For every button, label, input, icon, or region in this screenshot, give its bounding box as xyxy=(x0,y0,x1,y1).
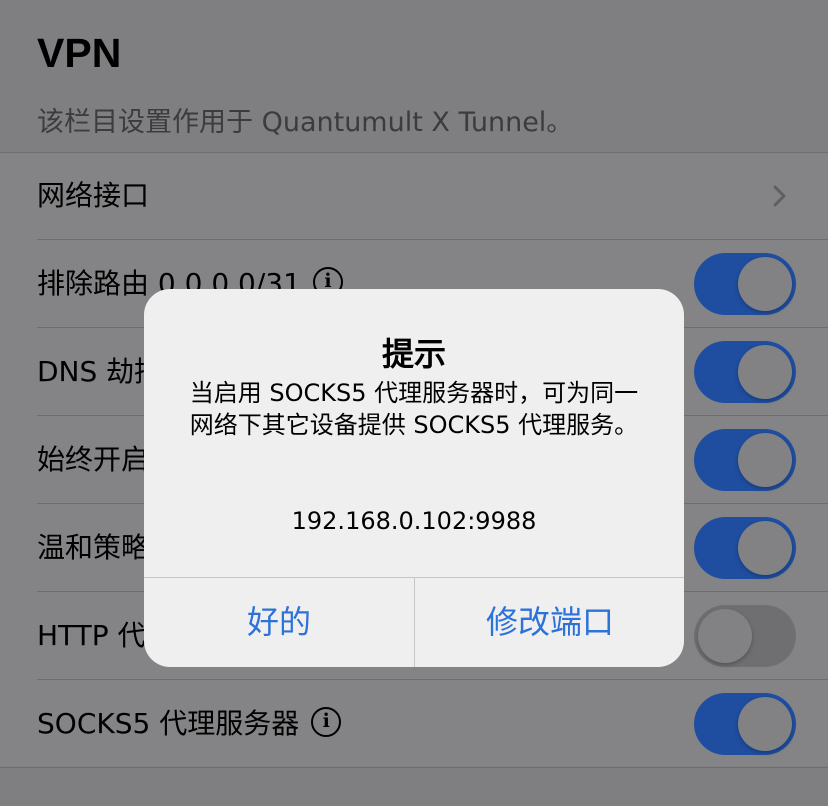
row-network-interface[interactable]: 网络接口 xyxy=(0,152,828,240)
toggle-knob xyxy=(738,433,792,487)
alert-dialog: 提示 当启用 SOCKS5 代理服务器时，可为同一网络下其它设备提供 SOCKS… xyxy=(144,289,684,667)
toggle-knob xyxy=(738,697,792,751)
row-label: 网络接口 xyxy=(37,179,150,212)
alert-message: 当启用 SOCKS5 代理服务器时，可为同一网络下其它设备提供 SOCKS5 代… xyxy=(189,379,639,439)
row-label: SOCKS5 代理服务器 xyxy=(37,707,300,740)
toggle-knob xyxy=(738,345,792,399)
socks5-proxy-toggle[interactable] xyxy=(694,693,796,755)
alert-address: 192.168.0.102:9988 xyxy=(291,507,537,535)
row-socks5-proxy: SOCKS5 代理服务器 i xyxy=(0,680,828,768)
row-label: 始终开启 xyxy=(37,443,150,476)
alert-title: 提示 xyxy=(381,335,446,373)
toggle-knob xyxy=(738,257,792,311)
excluded-routes-toggle[interactable] xyxy=(694,253,796,315)
chevron-right-icon xyxy=(773,185,786,207)
http-proxy-toggle[interactable] xyxy=(694,605,796,667)
gentle-policy-toggle[interactable] xyxy=(694,517,796,579)
settings-screen: VPN 该栏目设置作用于 Quantumult X Tunnel。 网络接口 排… xyxy=(0,0,828,806)
toggle-knob xyxy=(738,521,792,575)
always-on-toggle[interactable] xyxy=(694,429,796,491)
dns-hijack-toggle[interactable] xyxy=(694,341,796,403)
row-divider xyxy=(0,767,828,768)
ok-button[interactable]: 好的 xyxy=(144,578,414,667)
change-port-button[interactable]: 修改端口 xyxy=(415,578,684,667)
info-icon[interactable]: i xyxy=(311,707,342,737)
toggle-knob xyxy=(698,609,752,663)
row-label: 温和策略 xyxy=(37,531,150,564)
row-label-wrap: SOCKS5 代理服务器 i xyxy=(37,680,342,768)
section-subtitle: 该栏目设置作用于 Quantumult X Tunnel。 xyxy=(37,107,574,138)
section-title: VPN xyxy=(37,30,122,76)
